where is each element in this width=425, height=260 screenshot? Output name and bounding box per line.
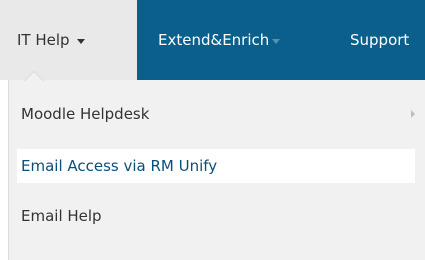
- it-help-dropdown-menu: Moodle Helpdesk Email Access via RM Unif…: [8, 80, 425, 260]
- dropdown-pointer-arrow-fill: [25, 72, 43, 81]
- nav-it-help-label: IT Help: [17, 31, 70, 49]
- nav-extend-enrich-label: Extend&Enrich: [158, 31, 270, 49]
- nav-extend-enrich[interactable]: Extend&Enrich: [158, 0, 281, 80]
- menu-item-label: Moodle Helpdesk: [21, 105, 150, 123]
- menu-item-moodle-helpdesk[interactable]: Moodle Helpdesk: [9, 96, 415, 132]
- chevron-down-icon: [272, 38, 281, 44]
- nav-support[interactable]: Support: [350, 0, 409, 80]
- chevron-right-icon: [411, 110, 415, 118]
- nav-support-label: Support: [350, 31, 410, 49]
- top-navbar: IT Help Extend&Enrich Support: [0, 0, 425, 80]
- menu-item-label: Email Access via RM Unify: [21, 157, 218, 175]
- chevron-down-icon: [76, 38, 85, 44]
- menu-item-label: Email Help: [21, 207, 102, 225]
- menu-item-email-help[interactable]: Email Help: [9, 198, 415, 234]
- nav-it-help[interactable]: IT Help: [0, 0, 137, 80]
- menu-item-email-access[interactable]: Email Access via RM Unify: [17, 149, 415, 183]
